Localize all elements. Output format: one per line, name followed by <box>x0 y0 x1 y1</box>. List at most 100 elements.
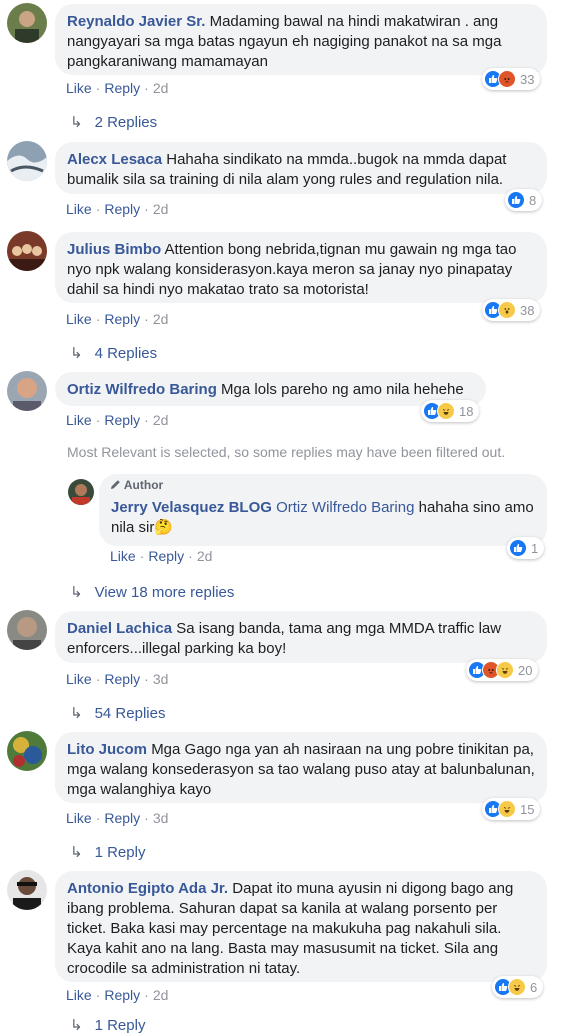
comment-bubble: Lito Jucom Mga Gago nga yan ah nasiraan … <box>55 732 547 803</box>
comment-timestamp[interactable]: 3d <box>153 810 169 826</box>
reply-link[interactable]: Reply <box>148 548 184 564</box>
mention-link[interactable]: Ortiz Wilfredo Baring <box>276 499 414 516</box>
reaction-count: 18 <box>459 403 474 419</box>
reply-arrow-icon: ↳ <box>70 114 83 131</box>
view-replies-link[interactable]: ↳ 54 Replies <box>70 704 165 722</box>
comment-timestamp[interactable]: 2d <box>153 311 169 327</box>
comment-bubble: Ortiz Wilfredo Baring Mga lols pareho ng… <box>55 372 486 406</box>
comment-actions: Like · Reply · 3d <box>66 810 168 826</box>
reactions-badge[interactable]: 8 <box>505 189 543 211</box>
separator: · <box>95 810 101 826</box>
separator: · <box>144 987 149 1003</box>
reply-author-name[interactable]: Jerry Velasquez BLOG <box>111 499 272 516</box>
reply-bubble: Jerry Velasquez BLOG Ortiz Wilfredo Bari… <box>99 474 547 546</box>
reactions-badge[interactable]: 20 <box>466 659 539 681</box>
like-reaction-icon <box>507 191 525 209</box>
author-badge-label: Author <box>123 478 164 492</box>
avatar[interactable] <box>7 610 47 650</box>
filter-notice: Most Relevant is selected, so some repli… <box>67 444 506 460</box>
commenter-name[interactable]: Alecx Lesaca <box>67 151 162 168</box>
separator: · <box>95 201 101 217</box>
view-more-replies-link[interactable]: ↳ View 18 more replies <box>70 583 234 601</box>
reply-arrow-icon: ↳ <box>70 345 83 362</box>
author-badge: Author <box>110 478 163 492</box>
reactions-badge[interactable]: 33 <box>482 68 541 90</box>
reactions-badge[interactable]: 15 <box>482 798 541 820</box>
like-link[interactable]: Like <box>66 412 92 428</box>
commenter-name[interactable]: Lito Jucom <box>67 741 147 758</box>
view-replies-link-partial[interactable]: ↳ 1 Reply <box>70 1016 145 1034</box>
commenter-name[interactable]: Ortiz Wilfredo Baring <box>67 381 217 398</box>
reaction-count: 8 <box>529 192 537 208</box>
comment-timestamp[interactable]: 2d <box>153 201 169 217</box>
view-replies-link[interactable]: ↳ 2 Replies <box>70 113 157 131</box>
reply-link[interactable]: Reply <box>104 810 140 826</box>
view-more-label[interactable]: View 18 more replies <box>95 584 235 601</box>
reactions-badge[interactable]: 1 <box>507 537 545 559</box>
comment-actions: Like · Reply · 2d <box>66 201 168 217</box>
separator: · <box>144 311 149 327</box>
comment-timestamp[interactable]: 2d <box>153 412 169 428</box>
reply-arrow-icon: ↳ <box>70 584 83 601</box>
reaction-count: 38 <box>520 302 535 318</box>
replies-count[interactable]: 54 Replies <box>95 705 166 722</box>
like-link[interactable]: Like <box>66 201 92 217</box>
reactions-badge[interactable]: 38 <box>482 299 541 321</box>
comment-bubble: Alecx Lesaca Hahaha sindikato na mmda..b… <box>55 142 547 194</box>
separator: · <box>139 548 145 564</box>
separator: · <box>144 201 149 217</box>
reply-link[interactable]: Reply <box>104 201 140 217</box>
comment-actions: Like · Reply · 2d <box>66 311 168 327</box>
avatar[interactable] <box>7 870 47 910</box>
thinking-emoji-icon: 🤔 <box>154 519 174 536</box>
replies-count[interactable]: 1 Reply <box>95 1017 146 1034</box>
avatar[interactable] <box>7 731 47 771</box>
commenter-name[interactable]: Reynaldo Javier Sr. <box>67 13 205 30</box>
avatar[interactable] <box>7 3 47 43</box>
reaction-count: 1 <box>531 540 539 556</box>
avatar[interactable] <box>7 371 47 411</box>
like-link[interactable]: Like <box>66 810 92 826</box>
comment-timestamp[interactable]: 2d <box>153 987 169 1003</box>
replies-count[interactable]: 2 Replies <box>95 114 158 131</box>
like-link[interactable]: Like <box>66 987 92 1003</box>
angry-reaction-icon <box>498 70 516 88</box>
comment-timestamp[interactable]: 3d <box>153 671 169 687</box>
reply-actions: Like · Reply · 2d <box>110 548 212 564</box>
reply-timestamp[interactable]: 2d <box>197 548 213 564</box>
comment-timestamp[interactable]: 2d <box>153 80 169 96</box>
avatar[interactable] <box>7 141 47 181</box>
comment-actions: Like · Reply · 3d <box>66 671 168 687</box>
like-link[interactable]: Like <box>110 548 136 564</box>
view-replies-link[interactable]: ↳ 4 Replies <box>70 344 157 362</box>
separator: · <box>144 80 149 96</box>
separator: · <box>144 671 149 687</box>
separator: · <box>95 311 101 327</box>
comment-bubble: Reynaldo Javier Sr. Madaming bawal na hi… <box>55 4 547 75</box>
commenter-name[interactable]: Antonio Egipto Ada Jr. <box>67 880 228 897</box>
replies-count[interactable]: 4 Replies <box>95 345 158 362</box>
comment-actions: Like · Reply · 2d <box>66 987 168 1003</box>
reply-link[interactable]: Reply <box>104 671 140 687</box>
avatar[interactable] <box>7 231 47 271</box>
reply-link[interactable]: Reply <box>104 80 140 96</box>
like-link[interactable]: Like <box>66 671 92 687</box>
author-avatar[interactable] <box>68 479 94 505</box>
comment-bubble: Julius Bimbo Attention bong nebrida,tign… <box>55 232 547 303</box>
reply-link[interactable]: Reply <box>104 412 140 428</box>
like-link[interactable]: Like <box>66 311 92 327</box>
replies-count[interactable]: 1 Reply <box>95 844 146 861</box>
commenter-name[interactable]: Daniel Lachica <box>67 620 172 637</box>
reply-link[interactable]: Reply <box>104 987 140 1003</box>
commenter-name[interactable]: Julius Bimbo <box>67 241 161 258</box>
comment-text: Mga lols pareho ng amo nila hehehe <box>221 381 464 398</box>
reply-link[interactable]: Reply <box>104 311 140 327</box>
reaction-count: 6 <box>530 979 538 995</box>
comment-actions: Like · Reply · 2d <box>66 412 168 428</box>
haha-reaction-icon <box>508 978 526 996</box>
like-link[interactable]: Like <box>66 80 92 96</box>
haha-reaction-icon <box>437 402 455 420</box>
view-replies-link[interactable]: ↳ 1 Reply <box>70 843 145 861</box>
reactions-badge[interactable]: 6 <box>492 976 544 998</box>
reactions-badge[interactable]: 18 <box>421 400 480 422</box>
